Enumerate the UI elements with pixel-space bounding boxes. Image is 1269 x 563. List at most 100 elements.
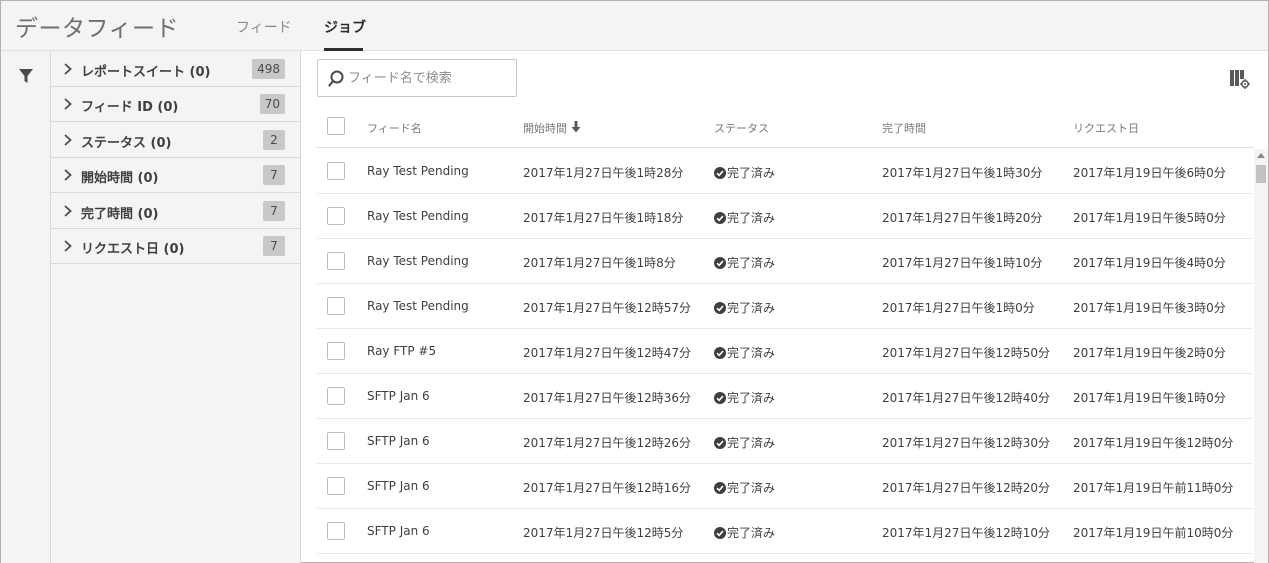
- status-cell: 完了済み: [714, 479, 775, 496]
- status-label: 完了済み: [727, 391, 776, 405]
- chevron-right-icon: [64, 169, 72, 181]
- end-time-cell: 2017年1月27日午後1時30分: [882, 166, 1043, 180]
- filter-icon[interactable]: [17, 67, 35, 85]
- start-time-cell: 2017年1月27日午後12時26分: [523, 436, 691, 450]
- facet-label: リクエスト日 (0): [81, 242, 185, 257]
- request-date-cell: 2017年1月19日午後1時0分: [1073, 391, 1226, 405]
- row-checkbox[interactable]: [327, 297, 345, 315]
- search-input[interactable]: [348, 68, 508, 88]
- check-circle-icon: [714, 166, 726, 179]
- feed-name-cell[interactable]: Ray Test Pending: [367, 299, 469, 313]
- feed-name-cell[interactable]: SFTP Jan 6: [367, 434, 430, 448]
- column-header-start-time[interactable]: 開始時間: [523, 120, 581, 136]
- status-cell: 完了済み: [714, 524, 775, 541]
- request-date-cell: 2017年1月19日午後5時0分: [1073, 211, 1226, 225]
- row-checkbox[interactable]: [327, 522, 345, 540]
- facet-count-badge: 7: [263, 200, 285, 221]
- row-checkbox[interactable]: [327, 387, 345, 405]
- column-header-feed-name[interactable]: フィード名: [367, 120, 422, 136]
- status-cell: 完了済み: [714, 254, 775, 271]
- feed-name-cell[interactable]: SFTP Jan 6: [367, 524, 430, 538]
- check-circle-icon: [714, 346, 726, 359]
- tab-feeds[interactable]: フィード: [236, 17, 292, 37]
- feed-name-cell[interactable]: Ray Test Pending: [367, 254, 469, 268]
- vertical-scrollbar[interactable]: [1254, 149, 1268, 563]
- feed-name-cell[interactable]: SFTP Jan 6: [367, 479, 430, 493]
- row-checkbox[interactable]: [327, 432, 345, 450]
- facet-count-badge: 70: [259, 94, 285, 115]
- chevron-right-icon: [64, 134, 72, 146]
- check-circle-icon: [714, 526, 726, 539]
- status-label: 完了済み: [727, 301, 776, 315]
- facet-item[interactable]: 完了時間 (0) 7: [51, 194, 300, 229]
- table-row[interactable]: SFTP Jan 6 2017年1月27日午後12時26分 完了済み 2017年1月2…: [317, 419, 1252, 464]
- table-row[interactable]: Ray FTP #5 2017年1月27日午後12時47分 完了済み 2017年1月2…: [317, 329, 1252, 374]
- request-date-cell: 2017年1月19日午後6時0分: [1073, 166, 1226, 180]
- scroll-up-arrow[interactable]: [1257, 153, 1265, 158]
- table-row[interactable]: SFTP Jan 6 2017年1月27日午後12時5分 完了済み 2017年1月27…: [317, 509, 1252, 554]
- row-checkbox[interactable]: [327, 477, 345, 495]
- table-row[interactable]: Ray Test Pending 2017年1月27日午後1時8分 完了済み 2017…: [317, 239, 1252, 284]
- select-all-checkbox[interactable]: [327, 117, 345, 135]
- end-time-cell: 2017年1月27日午後1時10分: [882, 256, 1043, 270]
- end-time-cell: 2017年1月27日午後12時20分: [882, 481, 1050, 495]
- facet-count-badge: 498: [252, 59, 285, 79]
- start-time-cell: 2017年1月27日午後12時57分: [523, 301, 691, 315]
- feed-name-cell[interactable]: Ray Test Pending: [367, 209, 469, 223]
- status-label: 完了済み: [727, 211, 776, 225]
- status-label: 完了済み: [727, 526, 776, 540]
- column-header-start-time-label: 開始時間: [523, 122, 567, 135]
- facet-label: ステータス (0): [81, 135, 172, 151]
- row-checkbox[interactable]: [327, 162, 345, 180]
- facet-item[interactable]: レポートスイート (0) 498: [51, 52, 300, 87]
- table-header: フィード名 開始時間 ステータス 完了時間 リクエスト日: [317, 106, 1254, 148]
- request-date-cell: 2017年1月19日午前11時0分: [1073, 481, 1234, 495]
- table-row[interactable]: SFTP Jan 6 2017年1月27日午後12時36分 完了済み 2017年1月2…: [317, 374, 1252, 419]
- row-checkbox[interactable]: [327, 207, 345, 225]
- check-circle-icon: [714, 436, 726, 449]
- chevron-right-icon: [64, 98, 72, 111]
- scroll-thumb[interactable]: [1256, 165, 1266, 183]
- chevron-right-icon: [64, 204, 72, 217]
- status-cell: 完了済み: [714, 209, 775, 226]
- status-label: 完了済み: [727, 436, 776, 450]
- feed-name-cell[interactable]: SFTP Jan 6: [367, 389, 430, 403]
- start-time-cell: 2017年1月27日午後1時28分: [523, 166, 684, 180]
- end-time-cell: 2017年1月27日午後12時30分: [882, 436, 1050, 450]
- request-date-cell: 2017年1月19日午前10時0分: [1073, 526, 1234, 540]
- facet-panel: レポートスイート (0) 498 フィード ID (0) 70 ステータス (0) 2 開始…: [51, 51, 301, 563]
- check-circle-icon: [714, 301, 726, 314]
- status-cell: 完了済み: [714, 299, 775, 316]
- tab-jobs[interactable]: ジョブ: [324, 17, 366, 37]
- search-box[interactable]: [317, 59, 517, 97]
- table-row[interactable]: Ray Test Pending 2017年1月27日午後1時28分 完了済み 201…: [317, 149, 1252, 194]
- request-date-cell: 2017年1月19日午後3時0分: [1073, 301, 1226, 315]
- row-checkbox[interactable]: [327, 342, 345, 360]
- table-row[interactable]: Ray Test Pending 2017年1月27日午後12時57分 完了済み 20…: [317, 284, 1252, 329]
- status-cell: 完了済み: [714, 389, 775, 406]
- feed-name-cell[interactable]: Ray Test Pending: [367, 164, 469, 178]
- column-header-request-date[interactable]: リクエスト日: [1073, 120, 1139, 136]
- column-header-end-time[interactable]: 完了時間: [882, 120, 926, 136]
- facet-label: フィード ID (0): [81, 100, 179, 116]
- table-row[interactable]: Ray Test Pending 2017年1月27日午後1時18分 完了済み 201…: [317, 194, 1252, 239]
- start-time-cell: 2017年1月27日午後1時8分: [523, 256, 676, 270]
- request-date-cell: 2017年1月19日午後2時0分: [1073, 346, 1226, 360]
- check-circle-icon: [714, 211, 726, 224]
- feed-name-cell[interactable]: Ray FTP #5: [367, 344, 436, 358]
- table-row[interactable]: SFTP Jan 6 2017年1月27日午後12時16分 完了済み 2017年1月2…: [317, 464, 1252, 509]
- row-checkbox[interactable]: [327, 252, 345, 270]
- column-settings-icon[interactable]: [1230, 69, 1250, 89]
- status-label: 完了済み: [727, 166, 776, 180]
- search-icon: [328, 70, 344, 87]
- table-body: Ray Test Pending 2017年1月27日午後1時28分 完了済み 201…: [317, 149, 1252, 563]
- end-time-cell: 2017年1月27日午後1時0分: [882, 301, 1035, 315]
- facet-label: レポートスイート (0): [81, 65, 211, 80]
- facet-item[interactable]: 開始時間 (0) 7: [51, 158, 300, 194]
- facet-item[interactable]: フィード ID (0) 70: [51, 87, 300, 123]
- column-header-status[interactable]: ステータス: [714, 120, 769, 136]
- start-time-cell: 2017年1月27日午後12時5分: [523, 526, 684, 540]
- facet-item[interactable]: ステータス (0) 2: [51, 123, 300, 158]
- facet-item[interactable]: リクエスト日 (0) 7: [51, 229, 300, 264]
- end-time-cell: 2017年1月27日午後12時50分: [882, 346, 1050, 360]
